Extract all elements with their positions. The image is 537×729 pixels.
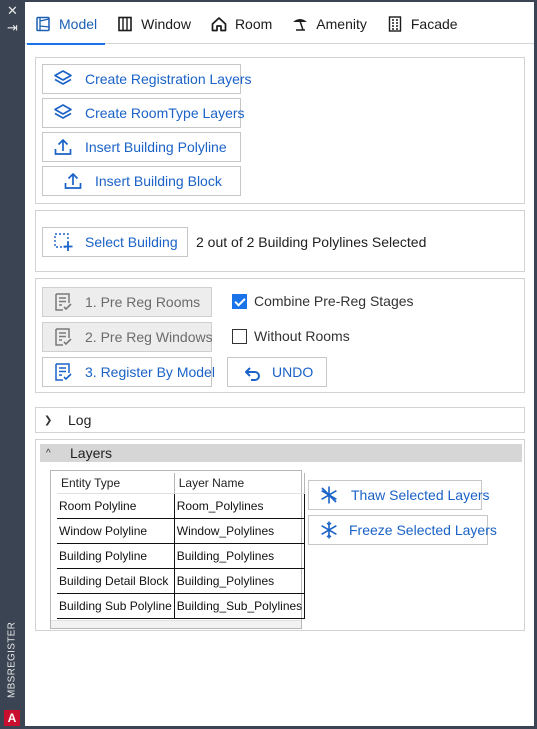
model-icon: [36, 16, 50, 32]
layers-expander[interactable]: ^ Layers: [40, 444, 522, 462]
button-label: Thaw Selected Layers: [351, 487, 490, 503]
palette-panel: Model Window Room Amenity Facade Create …: [25, 0, 537, 729]
select-building-button[interactable]: Select Building: [42, 227, 188, 257]
cell-layer-name[interactable]: Window_Polylines: [174, 518, 306, 544]
tab-facade[interactable]: Facade: [377, 4, 468, 44]
tab-room[interactable]: Room: [201, 4, 282, 44]
button-label: 3. Register By Model: [85, 364, 215, 380]
column-header-layer-name[interactable]: Layer Name: [174, 473, 306, 494]
button-label: Insert Building Block: [95, 173, 222, 189]
cell-layer-name[interactable]: Building_Sub_Polylines: [174, 593, 306, 619]
chevron-down-icon: ❯: [44, 414, 53, 426]
register-group: 1. Pre Reg Rooms 2. Pre Reg Windows 3. R…: [35, 278, 525, 393]
tab-label: Room: [234, 16, 273, 32]
button-label: Select Building: [85, 234, 178, 250]
cell-entity-type[interactable]: Window Polyline: [57, 518, 175, 544]
layers-table[interactable]: Entity Type Layer Name Room Polyline Roo…: [50, 470, 306, 629]
cell-layer-name[interactable]: Building_Polylines: [174, 568, 306, 594]
tab-label: Amenity: [316, 16, 367, 32]
selection-status: 2 out of 2 Building Polylines Selected: [196, 234, 427, 250]
freeze-selected-layers-button[interactable]: Freeze Selected Layers: [308, 515, 497, 545]
insert-building-polyline-button[interactable]: Insert Building Polyline: [42, 132, 241, 162]
table-row[interactable]: Building Sub Polyline Building_Sub_Polyl…: [57, 593, 306, 619]
checkbox-label: Without Rooms: [254, 328, 350, 344]
log-title: Log: [68, 412, 92, 428]
cell-layer-name[interactable]: Building_Polylines: [174, 543, 306, 569]
button-label: Insert Building Polyline: [85, 139, 227, 155]
tab-label: Window: [141, 16, 191, 32]
tab-label: Model: [59, 16, 98, 32]
cell-entity-type[interactable]: Building Detail Block: [57, 568, 175, 594]
window-icon: [118, 16, 132, 32]
log-expander[interactable]: ❯ Log: [35, 407, 525, 433]
checklist-icon: [55, 293, 72, 311]
table-row[interactable]: Window Polyline Window_Polylines: [57, 518, 306, 544]
horizontal-scrollbar[interactable]: [51, 620, 301, 628]
chevron-up-icon: ^: [46, 447, 51, 459]
pre-reg-windows-button[interactable]: 2. Pre Reg Windows: [42, 322, 213, 352]
palette-title: MBSREGISTER: [6, 621, 18, 699]
layer-tools-group: Create Registration Layers Create RoomTy…: [35, 57, 525, 204]
create-roomtype-layers-button[interactable]: Create RoomType Layers: [42, 98, 245, 128]
cell-entity-type[interactable]: Room Polyline: [57, 493, 175, 519]
button-label: Create RoomType Layers: [85, 105, 245, 121]
palette-side-strip: ✕ ⇥ MBSREGISTER A: [0, 0, 25, 729]
snowflake-icon: [321, 521, 337, 539]
button-label: Create Registration Layers: [85, 71, 252, 87]
undo-icon: [245, 367, 260, 381]
tab-label: Facade: [410, 16, 458, 32]
layers-section: ^ Layers Entity Type Layer Name Room Pol…: [35, 439, 525, 631]
upload-icon: [54, 139, 72, 155]
pin-icon[interactable]: ⇥: [6, 22, 19, 35]
thaw-selected-layers-button[interactable]: Thaw Selected Layers: [308, 480, 490, 510]
table-row[interactable]: Building Detail Block Building_Polylines: [57, 568, 306, 594]
amenity-icon: [293, 19, 308, 31]
table-row[interactable]: Building Polyline Building_Polylines: [57, 543, 306, 569]
tab-amenity[interactable]: Amenity: [282, 4, 377, 44]
layers-title: Layers: [70, 445, 113, 461]
cell-entity-type[interactable]: Building Polyline: [57, 543, 175, 569]
insert-building-block-button[interactable]: Insert Building Block: [42, 166, 241, 196]
checklist-icon: [55, 363, 72, 381]
checklist-icon: [55, 328, 72, 346]
column-header-entity-type[interactable]: Entity Type: [57, 473, 175, 494]
layers-icon: [54, 104, 72, 119]
select-add-icon: [54, 233, 73, 251]
button-label: 2. Pre Reg Windows: [85, 329, 213, 345]
pre-reg-rooms-button[interactable]: 1. Pre Reg Rooms: [42, 287, 212, 317]
undo-button[interactable]: UNDO: [227, 357, 327, 387]
register-by-model-button[interactable]: 3. Register By Model: [42, 357, 215, 387]
layers-icon: [54, 70, 72, 85]
tab-model[interactable]: Model: [25, 4, 107, 45]
create-registration-layers-button[interactable]: Create Registration Layers: [42, 64, 252, 94]
table-row[interactable]: Room Polyline Room_Polylines: [57, 493, 306, 519]
checkbox-box[interactable]: [232, 328, 247, 344]
cell-entity-type[interactable]: Building Sub Polyline: [57, 593, 175, 619]
button-label: Freeze Selected Layers: [349, 522, 497, 538]
room-icon: [211, 17, 227, 32]
thaw-icon: [321, 486, 337, 504]
close-icon[interactable]: ✕: [6, 5, 19, 18]
checkbox-box[interactable]: [232, 293, 247, 309]
button-label: UNDO: [272, 364, 314, 380]
checkbox-label: Combine Pre-Reg Stages: [254, 293, 414, 309]
combine-pre-reg-checkbox[interactable]: Combine Pre-Reg Stages: [232, 293, 414, 309]
tab-window[interactable]: Window: [107, 4, 201, 44]
autocad-logo: A: [4, 710, 20, 726]
upload-icon: [64, 173, 82, 189]
without-rooms-checkbox[interactable]: Without Rooms: [232, 328, 350, 344]
button-label: 1. Pre Reg Rooms: [85, 294, 201, 310]
facade-icon: [388, 16, 402, 32]
cell-layer-name[interactable]: Room_Polylines: [174, 493, 306, 519]
tab-bar: Model Window Room Amenity Facade: [25, 4, 534, 45]
selection-group: Select Building 2 out of 2 Building Poly…: [35, 210, 525, 272]
